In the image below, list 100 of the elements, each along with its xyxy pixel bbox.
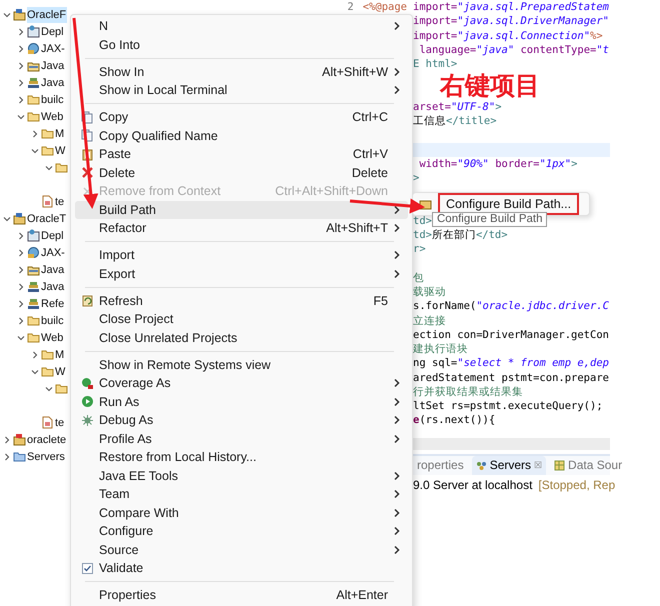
panel-tab[interactable]: roperties bbox=[413, 456, 468, 474]
menu-item[interactable]: Import bbox=[75, 246, 408, 264]
menu-item[interactable]: Configure bbox=[75, 522, 408, 540]
chevron-icon[interactable] bbox=[2, 452, 12, 462]
tree-item[interactable]: M bbox=[55, 126, 66, 142]
line-number: 2 bbox=[347, 1, 354, 14]
tree-item[interactable]: Depl bbox=[41, 228, 65, 244]
menu-item[interactable]: Refactor Alt+Shift+T bbox=[75, 219, 408, 238]
folder-icon bbox=[27, 314, 40, 327]
tree-item[interactable]: builc bbox=[41, 92, 65, 108]
coverage-icon bbox=[80, 376, 94, 390]
menu-item[interactable]: Show in Remote Systems view bbox=[75, 356, 408, 374]
chevron-icon[interactable] bbox=[16, 230, 26, 240]
tree-item[interactable]: Java bbox=[41, 278, 66, 294]
chevron-icon[interactable] bbox=[16, 316, 26, 326]
menu-item[interactable]: N bbox=[75, 17, 408, 36]
menu-item[interactable]: Refresh F5 bbox=[75, 292, 408, 310]
tree-item[interactable]: Java bbox=[41, 74, 66, 90]
checkbox-icon[interactable] bbox=[80, 562, 94, 575]
tree-item[interactable]: te bbox=[55, 414, 66, 430]
tree-item[interactable]: OracleF bbox=[27, 6, 68, 22]
tree-item[interactable]: Depl bbox=[41, 24, 65, 40]
menu-item[interactable]: Team bbox=[75, 485, 408, 504]
menu-item[interactable]: Copy Ctrl+C bbox=[75, 108, 408, 126]
code-token: 行并获取结果或结果集 bbox=[413, 384, 523, 399]
server-name[interactable]: 9.0 Server at localhost bbox=[413, 478, 532, 492]
bug-icon bbox=[80, 414, 94, 427]
code-token: ltSet rs=pstmt.executeQuery(); bbox=[413, 400, 603, 412]
chevron-icon[interactable] bbox=[16, 248, 26, 258]
chevron-icon[interactable] bbox=[16, 60, 26, 70]
tree-item[interactable]: M bbox=[55, 346, 66, 362]
folder-icon bbox=[27, 110, 40, 123]
tree-item[interactable]: JAX- bbox=[41, 244, 66, 260]
scrollbar[interactable] bbox=[413, 438, 610, 450]
menu-item[interactable]: Source bbox=[75, 540, 408, 559]
code-token: > bbox=[571, 158, 578, 170]
folder-icon bbox=[41, 127, 54, 140]
code-token: 载驱动 bbox=[413, 285, 446, 300]
code-token: contentType= bbox=[519, 44, 596, 56]
menu-item[interactable]: Close Project bbox=[75, 310, 408, 328]
menu-item[interactable]: Debug As bbox=[75, 411, 408, 430]
chevron-icon[interactable] bbox=[30, 350, 40, 360]
menu-item[interactable]: Build Path bbox=[75, 200, 408, 219]
tree-item[interactable]: Web bbox=[41, 108, 64, 124]
chevron-icon[interactable] bbox=[30, 128, 40, 138]
project-icon bbox=[13, 433, 26, 446]
code-token: border= bbox=[494, 158, 540, 170]
tree-item[interactable]: Java bbox=[41, 262, 66, 278]
copy-icon bbox=[80, 129, 94, 142]
refresh-icon bbox=[80, 294, 94, 308]
tree-item[interactable]: Refe bbox=[41, 296, 66, 312]
code-token: import= bbox=[413, 30, 458, 42]
chevron-icon[interactable] bbox=[16, 78, 26, 88]
menu-item[interactable]: Validate bbox=[75, 559, 408, 578]
tree-item[interactable]: oraclete bbox=[27, 432, 68, 448]
tree-item[interactable]: OracleT bbox=[27, 210, 68, 226]
code-token: "select * from emp e,dep bbox=[457, 357, 609, 370]
code-token: td> bbox=[413, 214, 432, 227]
menu-item[interactable]: Show in Local Terminal bbox=[75, 81, 408, 100]
tree-item[interactable]: Java bbox=[41, 58, 66, 74]
folder-icon bbox=[55, 382, 68, 395]
delete-icon bbox=[80, 166, 94, 180]
chevron-icon[interactable] bbox=[16, 44, 26, 54]
tree-item[interactable]: builc bbox=[41, 312, 65, 328]
tab-label: Servers bbox=[490, 458, 532, 472]
tree-item[interactable]: W bbox=[55, 142, 66, 158]
panel-tab[interactable]: Data Sour bbox=[550, 456, 626, 474]
menu-item[interactable]: Properties Alt+Enter bbox=[75, 586, 408, 604]
code-token: r> bbox=[413, 243, 426, 256]
chevron-icon[interactable] bbox=[16, 282, 26, 292]
code-token: "java.sql.Connection" bbox=[457, 30, 590, 42]
annotation-text: 右键项目 bbox=[440, 72, 540, 99]
tree-item[interactable]: Web bbox=[41, 330, 64, 346]
tree-item[interactable]: JAX- bbox=[41, 40, 66, 56]
tree-item[interactable]: te bbox=[55, 194, 66, 210]
chevron-icon[interactable] bbox=[16, 26, 26, 36]
menu-item[interactable]: Profile As bbox=[75, 430, 408, 448]
chevron-icon[interactable] bbox=[2, 434, 12, 444]
tree-item[interactable]: W bbox=[55, 364, 66, 380]
menu-item[interactable]: Restore from Local History... bbox=[75, 448, 408, 466]
tree-item[interactable]: Servers bbox=[27, 448, 66, 464]
chevron-icon[interactable] bbox=[16, 264, 26, 274]
panel-tab[interactable]: Servers ☒ bbox=[472, 456, 546, 474]
menu-item[interactable]: Paste Ctrl+V bbox=[75, 145, 408, 164]
menu-item[interactable]: Export bbox=[75, 264, 408, 283]
folder-icon bbox=[55, 161, 68, 174]
menu-item[interactable]: Copy Qualified Name bbox=[75, 126, 408, 145]
menu-item[interactable]: Delete Delete bbox=[75, 164, 408, 182]
code-token: "java" bbox=[476, 44, 514, 56]
shortcut-text: Ctrl+C bbox=[352, 110, 388, 124]
menu-item[interactable]: Run As bbox=[75, 392, 408, 411]
globe-icon bbox=[27, 246, 40, 259]
menu-item[interactable]: Java EE Tools bbox=[75, 466, 408, 485]
menu-item[interactable]: Compare With bbox=[75, 504, 408, 522]
menu-item[interactable]: Close Unrelated Projects bbox=[75, 328, 408, 347]
menu-item[interactable]: Go Into bbox=[75, 36, 408, 54]
chevron-icon[interactable] bbox=[16, 298, 26, 308]
menu-item[interactable]: Show In Alt+Shift+W bbox=[75, 62, 408, 81]
chevron-icon[interactable] bbox=[16, 94, 26, 104]
menu-item[interactable]: Coverage As bbox=[75, 374, 408, 392]
